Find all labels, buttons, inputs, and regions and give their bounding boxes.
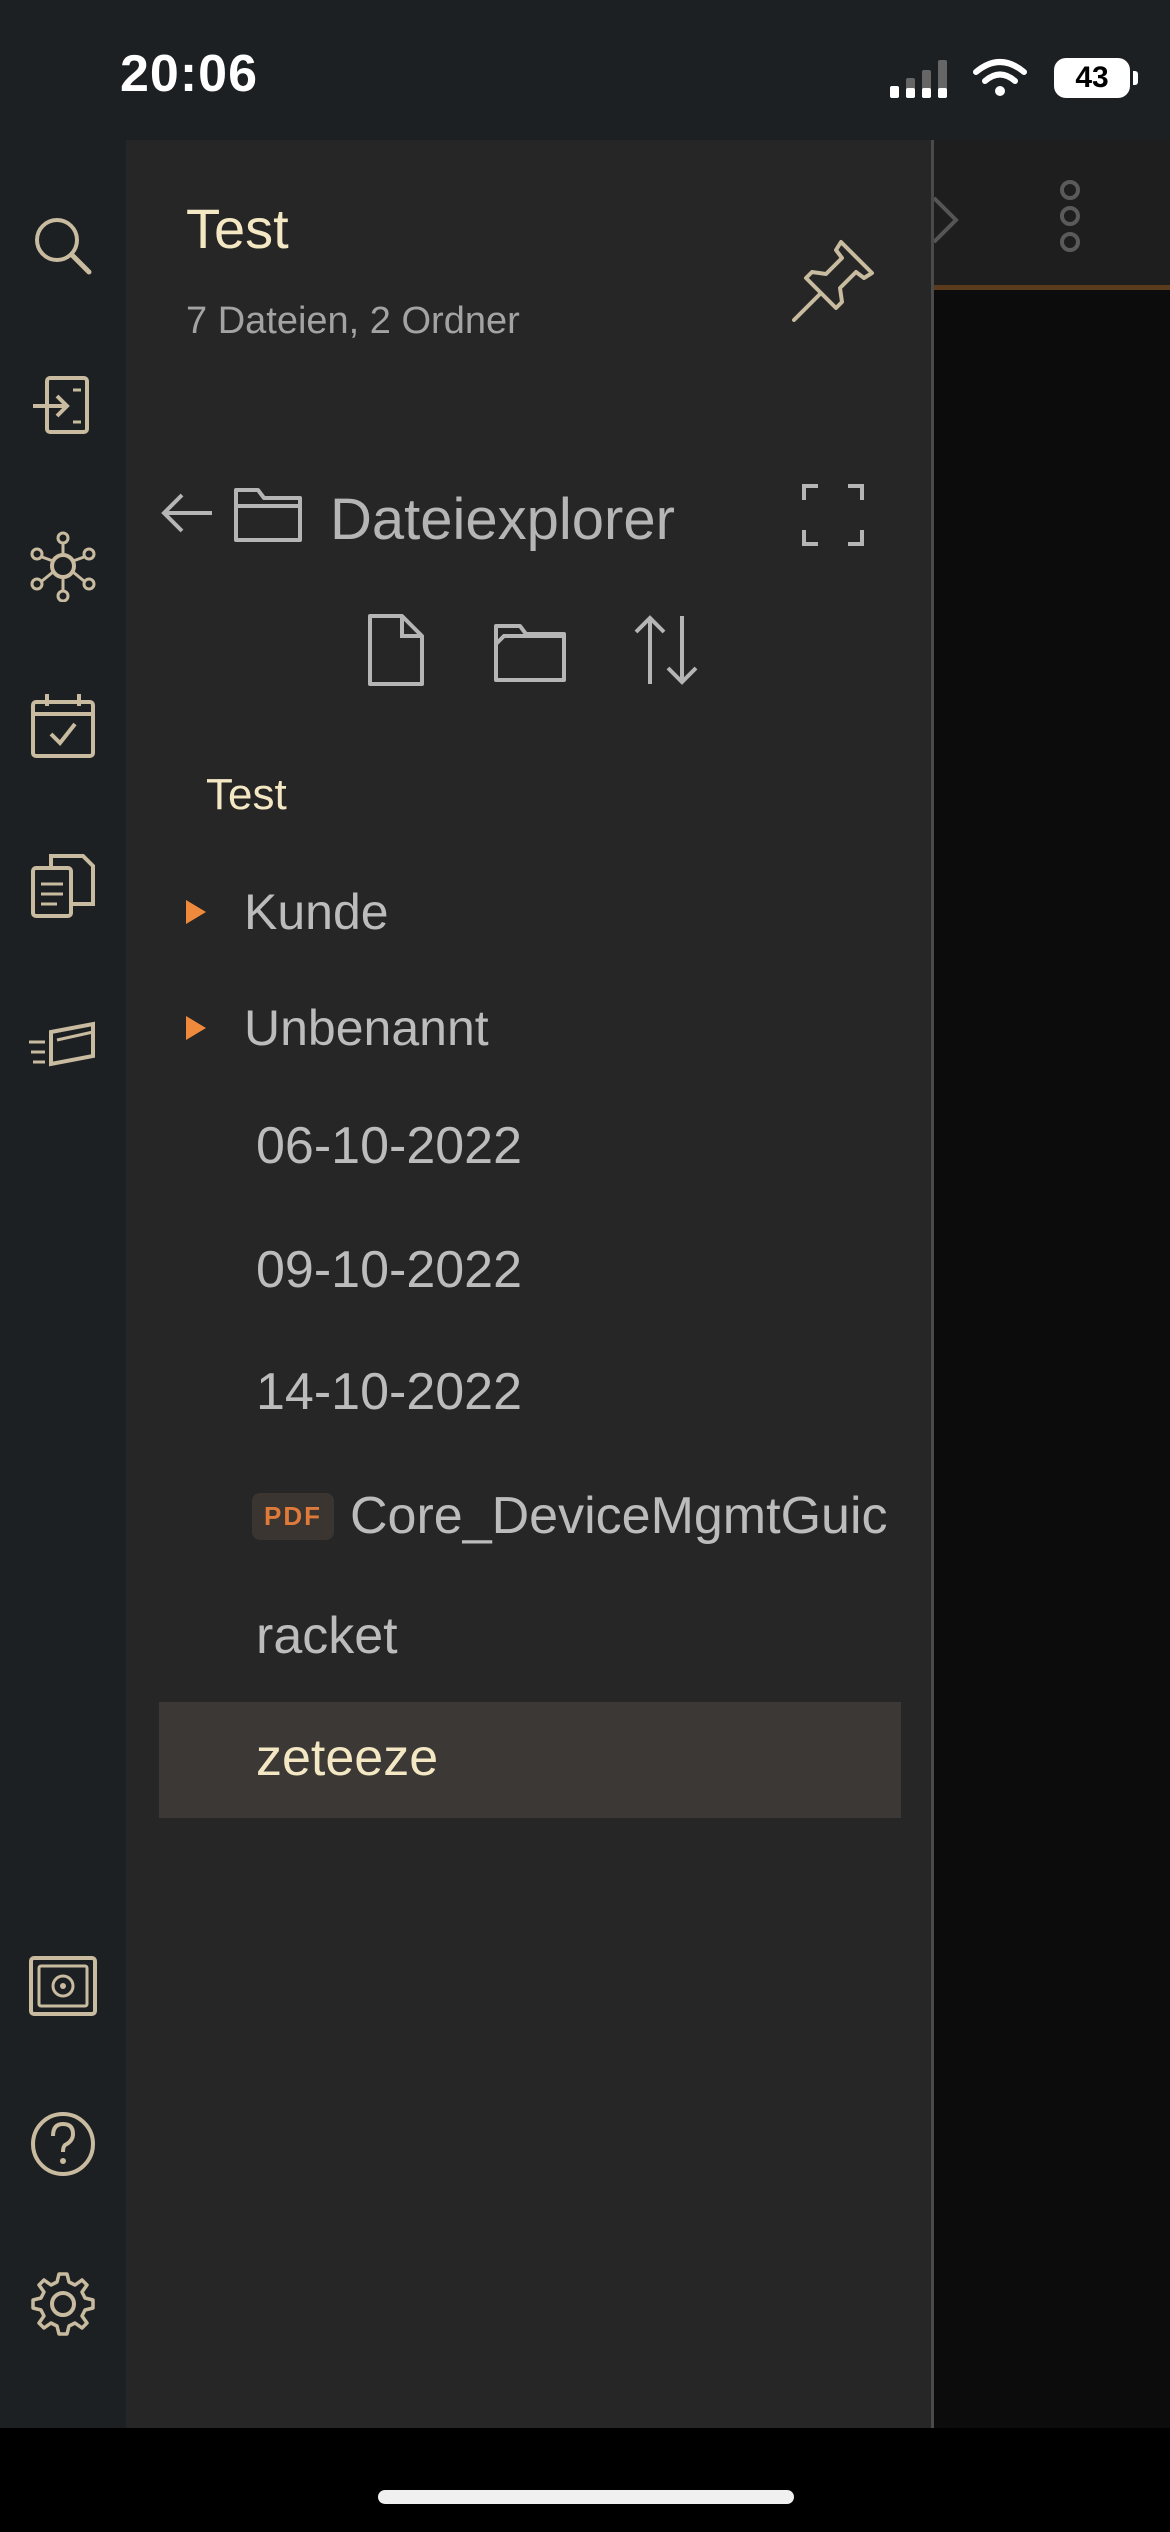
back-arrow-icon[interactable] xyxy=(160,488,216,538)
folder-label: Kunde xyxy=(244,884,389,940)
graph-icon[interactable] xyxy=(25,528,101,604)
expand-icon[interactable] xyxy=(800,482,866,548)
chevron-right-icon[interactable] xyxy=(186,900,206,924)
status-icons: 43 xyxy=(890,50,1138,106)
vault-summary: 7 Dateien, 2 Ordner xyxy=(186,300,520,342)
selected-file-label[interactable]: zeteeze xyxy=(256,1718,438,1798)
new-folder-icon[interactable] xyxy=(490,610,570,690)
more-options-icon[interactable] xyxy=(1058,180,1082,252)
file-explorer-drawer: Test 7 Dateien, 2 Ordner Dateiexplorer T… xyxy=(126,140,934,2428)
editor-header-icon[interactable] xyxy=(934,180,964,250)
import-icon[interactable] xyxy=(25,368,101,444)
file-item-racket[interactable]: racket xyxy=(256,1596,398,1676)
battery-indicator: 43 xyxy=(1054,58,1138,98)
pdf-file-label: Core_DeviceMgmtGuic xyxy=(350,1487,888,1545)
pdf-file-item[interactable]: PDF Core_DeviceMgmtGuic xyxy=(252,1476,1032,1556)
explorer-title: Dateiexplorer xyxy=(330,487,675,552)
screen: 20:06 43 Test 7 Dateien, 2 Ordner Dateie… xyxy=(0,0,1170,2532)
status-time: 20:06 xyxy=(120,45,258,103)
explorer-header: Dateiexplorer xyxy=(160,458,920,568)
file-item[interactable]: 09-10-2022 xyxy=(256,1230,522,1310)
new-note-icon[interactable] xyxy=(356,610,436,690)
editor-header xyxy=(934,140,1170,290)
calendar-check-icon[interactable] xyxy=(25,688,101,764)
help-icon[interactable] xyxy=(25,2106,101,2182)
pdf-badge: PDF xyxy=(252,1492,334,1540)
folder-item-unbenannt[interactable]: Unbenannt xyxy=(186,988,489,1068)
status-bar: 20:06 43 xyxy=(0,0,1170,140)
left-ribbon xyxy=(0,140,126,2428)
wifi-icon xyxy=(973,59,1027,96)
folder-label: Unbenannt xyxy=(244,1000,489,1056)
pin-icon[interactable] xyxy=(786,228,886,328)
vault-icon[interactable] xyxy=(25,1948,101,2024)
chevron-right-icon[interactable] xyxy=(186,1016,206,1040)
search-icon[interactable] xyxy=(25,208,101,284)
vault-name: Test xyxy=(186,197,289,260)
main-editor-area[interactable] xyxy=(934,140,1170,2428)
folder-icon xyxy=(234,488,302,542)
sort-icon[interactable] xyxy=(626,610,706,690)
file-item[interactable]: 14-10-2022 xyxy=(256,1352,522,1432)
cellular-signal-icon xyxy=(890,60,947,98)
copy-document-icon[interactable] xyxy=(25,848,101,924)
folder-item-kunde[interactable]: Kunde xyxy=(186,872,389,952)
cards-icon[interactable] xyxy=(25,1008,101,1084)
home-indicator[interactable] xyxy=(378,2490,794,2504)
tree-root-label[interactable]: Test xyxy=(206,770,287,820)
settings-icon[interactable] xyxy=(25,2266,101,2342)
file-item[interactable]: 06-10-2022 xyxy=(256,1106,522,1186)
